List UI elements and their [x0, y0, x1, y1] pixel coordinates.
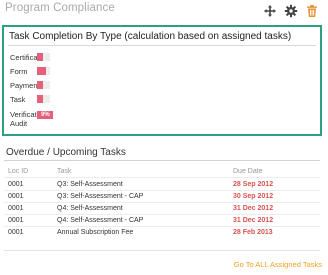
cell-loc-id: 0001 [8, 229, 24, 236]
divider [4, 177, 320, 178]
bar-task[interactable] [37, 95, 43, 103]
panel-title: Task Completion By Type (calculation bas… [9, 31, 292, 42]
gear-icon[interactable] [284, 4, 298, 18]
divider [4, 226, 320, 227]
column-header-task[interactable]: Task [57, 168, 71, 175]
widget-title: Program Compliance [5, 2, 115, 14]
divider [4, 202, 320, 203]
cell-due-date: 28 Feb 2013 [233, 229, 273, 236]
cell-due-date: 28 Sep 2012 [233, 181, 274, 188]
divider [4, 160, 320, 161]
cell-loc-id: 0001 [8, 205, 24, 212]
row-label-payment: Payment [10, 81, 40, 90]
cell-task[interactable]: Q3: Self-Assessment [57, 181, 123, 188]
divider [8, 45, 316, 46]
go-to-all-assigned-tasks-link[interactable]: Go To ALL Assigned Tasks [234, 260, 322, 269]
trash-icon[interactable] [305, 4, 319, 18]
cell-task[interactable]: Q4: Self-Assessment - CAP [57, 217, 143, 224]
divider [4, 250, 320, 251]
cell-loc-id: 0001 [8, 217, 24, 224]
cell-task[interactable]: Annual Subscription Fee [57, 229, 133, 236]
cell-due-date: 31 Dec 2012 [233, 217, 274, 224]
task-completion-panel: Task Completion By Type (calculation bas… [2, 25, 322, 136]
cell-due-date: 30 Sep 2012 [233, 193, 274, 200]
cell-due-date: 31 Dec 2012 [233, 205, 274, 212]
bar-form[interactable] [37, 67, 46, 75]
divider [4, 214, 320, 215]
cell-loc-id: 0001 [8, 193, 24, 200]
column-header-loc-id[interactable]: Loc ID [8, 168, 28, 175]
bar-certification[interactable] [37, 53, 43, 61]
move-icon[interactable] [263, 4, 277, 18]
widget-header: Program Compliance [0, 0, 328, 24]
bar-percent-label: 9% [41, 112, 50, 118]
section-title: Overdue / Upcoming Tasks [6, 147, 126, 158]
cell-loc-id: 0001 [8, 181, 24, 188]
row-label-form: Form [10, 67, 28, 76]
cell-task[interactable]: Q3: Self-Assessment - CAP [57, 193, 143, 200]
cell-task[interactable]: Q4: Self-Assessment [57, 205, 123, 212]
column-header-due-date[interactable]: Due Date [233, 168, 263, 175]
divider [4, 190, 320, 191]
row-label-task: Task [10, 95, 26, 104]
bar-payment[interactable] [37, 81, 43, 89]
